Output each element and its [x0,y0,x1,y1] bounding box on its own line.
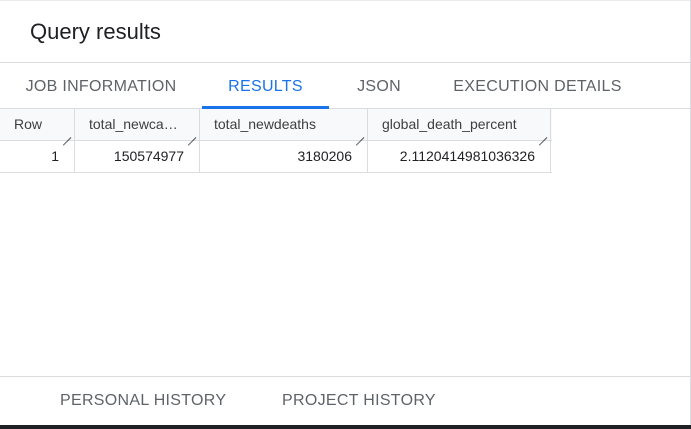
column-header-label: global_death_percent [382,116,517,132]
tab-json[interactable]: JSON [329,64,429,109]
table-cell-total-newcases: 150574977 [75,141,200,172]
tab-execution-details[interactable]: EXECUTION DETAILS [429,64,646,109]
table-row: 1 150574977 3180206 2.1120414981036326 [0,141,552,173]
column-header-row[interactable]: Row [0,109,75,140]
column-header-global-death-percent[interactable]: global_death_percent [368,109,551,140]
table-header-row: Row total_newca… total_newdeaths global_… [0,109,552,141]
table-cell-global-death-percent: 2.1120414981036326 [368,141,551,172]
bottom-divider [0,425,691,429]
tab-results[interactable]: RESULTS [202,64,329,109]
tab-job-information[interactable]: JOB INFORMATION [0,64,202,109]
column-header-total-newdeaths[interactable]: total_newdeaths [200,109,368,140]
resize-handle-icon[interactable] [187,129,196,138]
results-tabs: JOB INFORMATION RESULTS JSON EXECUTION D… [0,64,691,109]
column-header-total-newcases[interactable]: total_newca… [75,109,200,140]
page-title: Query results [30,19,161,44]
row-number-cell: 1 [0,141,75,172]
resize-handle-icon[interactable] [538,129,547,138]
resize-handle-icon[interactable] [62,129,71,138]
column-header-label: total_newdeaths [214,116,316,132]
column-header-label: Row [14,116,43,132]
column-header-label: total_newca… [89,116,178,132]
history-tabs: PERSONAL HISTORY PROJECT HISTORY [0,376,691,426]
resize-handle-icon[interactable] [355,129,364,138]
tab-project-history[interactable]: PROJECT HISTORY [282,377,436,427]
table-cell-total-newdeaths: 3180206 [200,141,368,172]
results-header: Query results [0,1,691,63]
tab-personal-history[interactable]: PERSONAL HISTORY [60,377,226,427]
